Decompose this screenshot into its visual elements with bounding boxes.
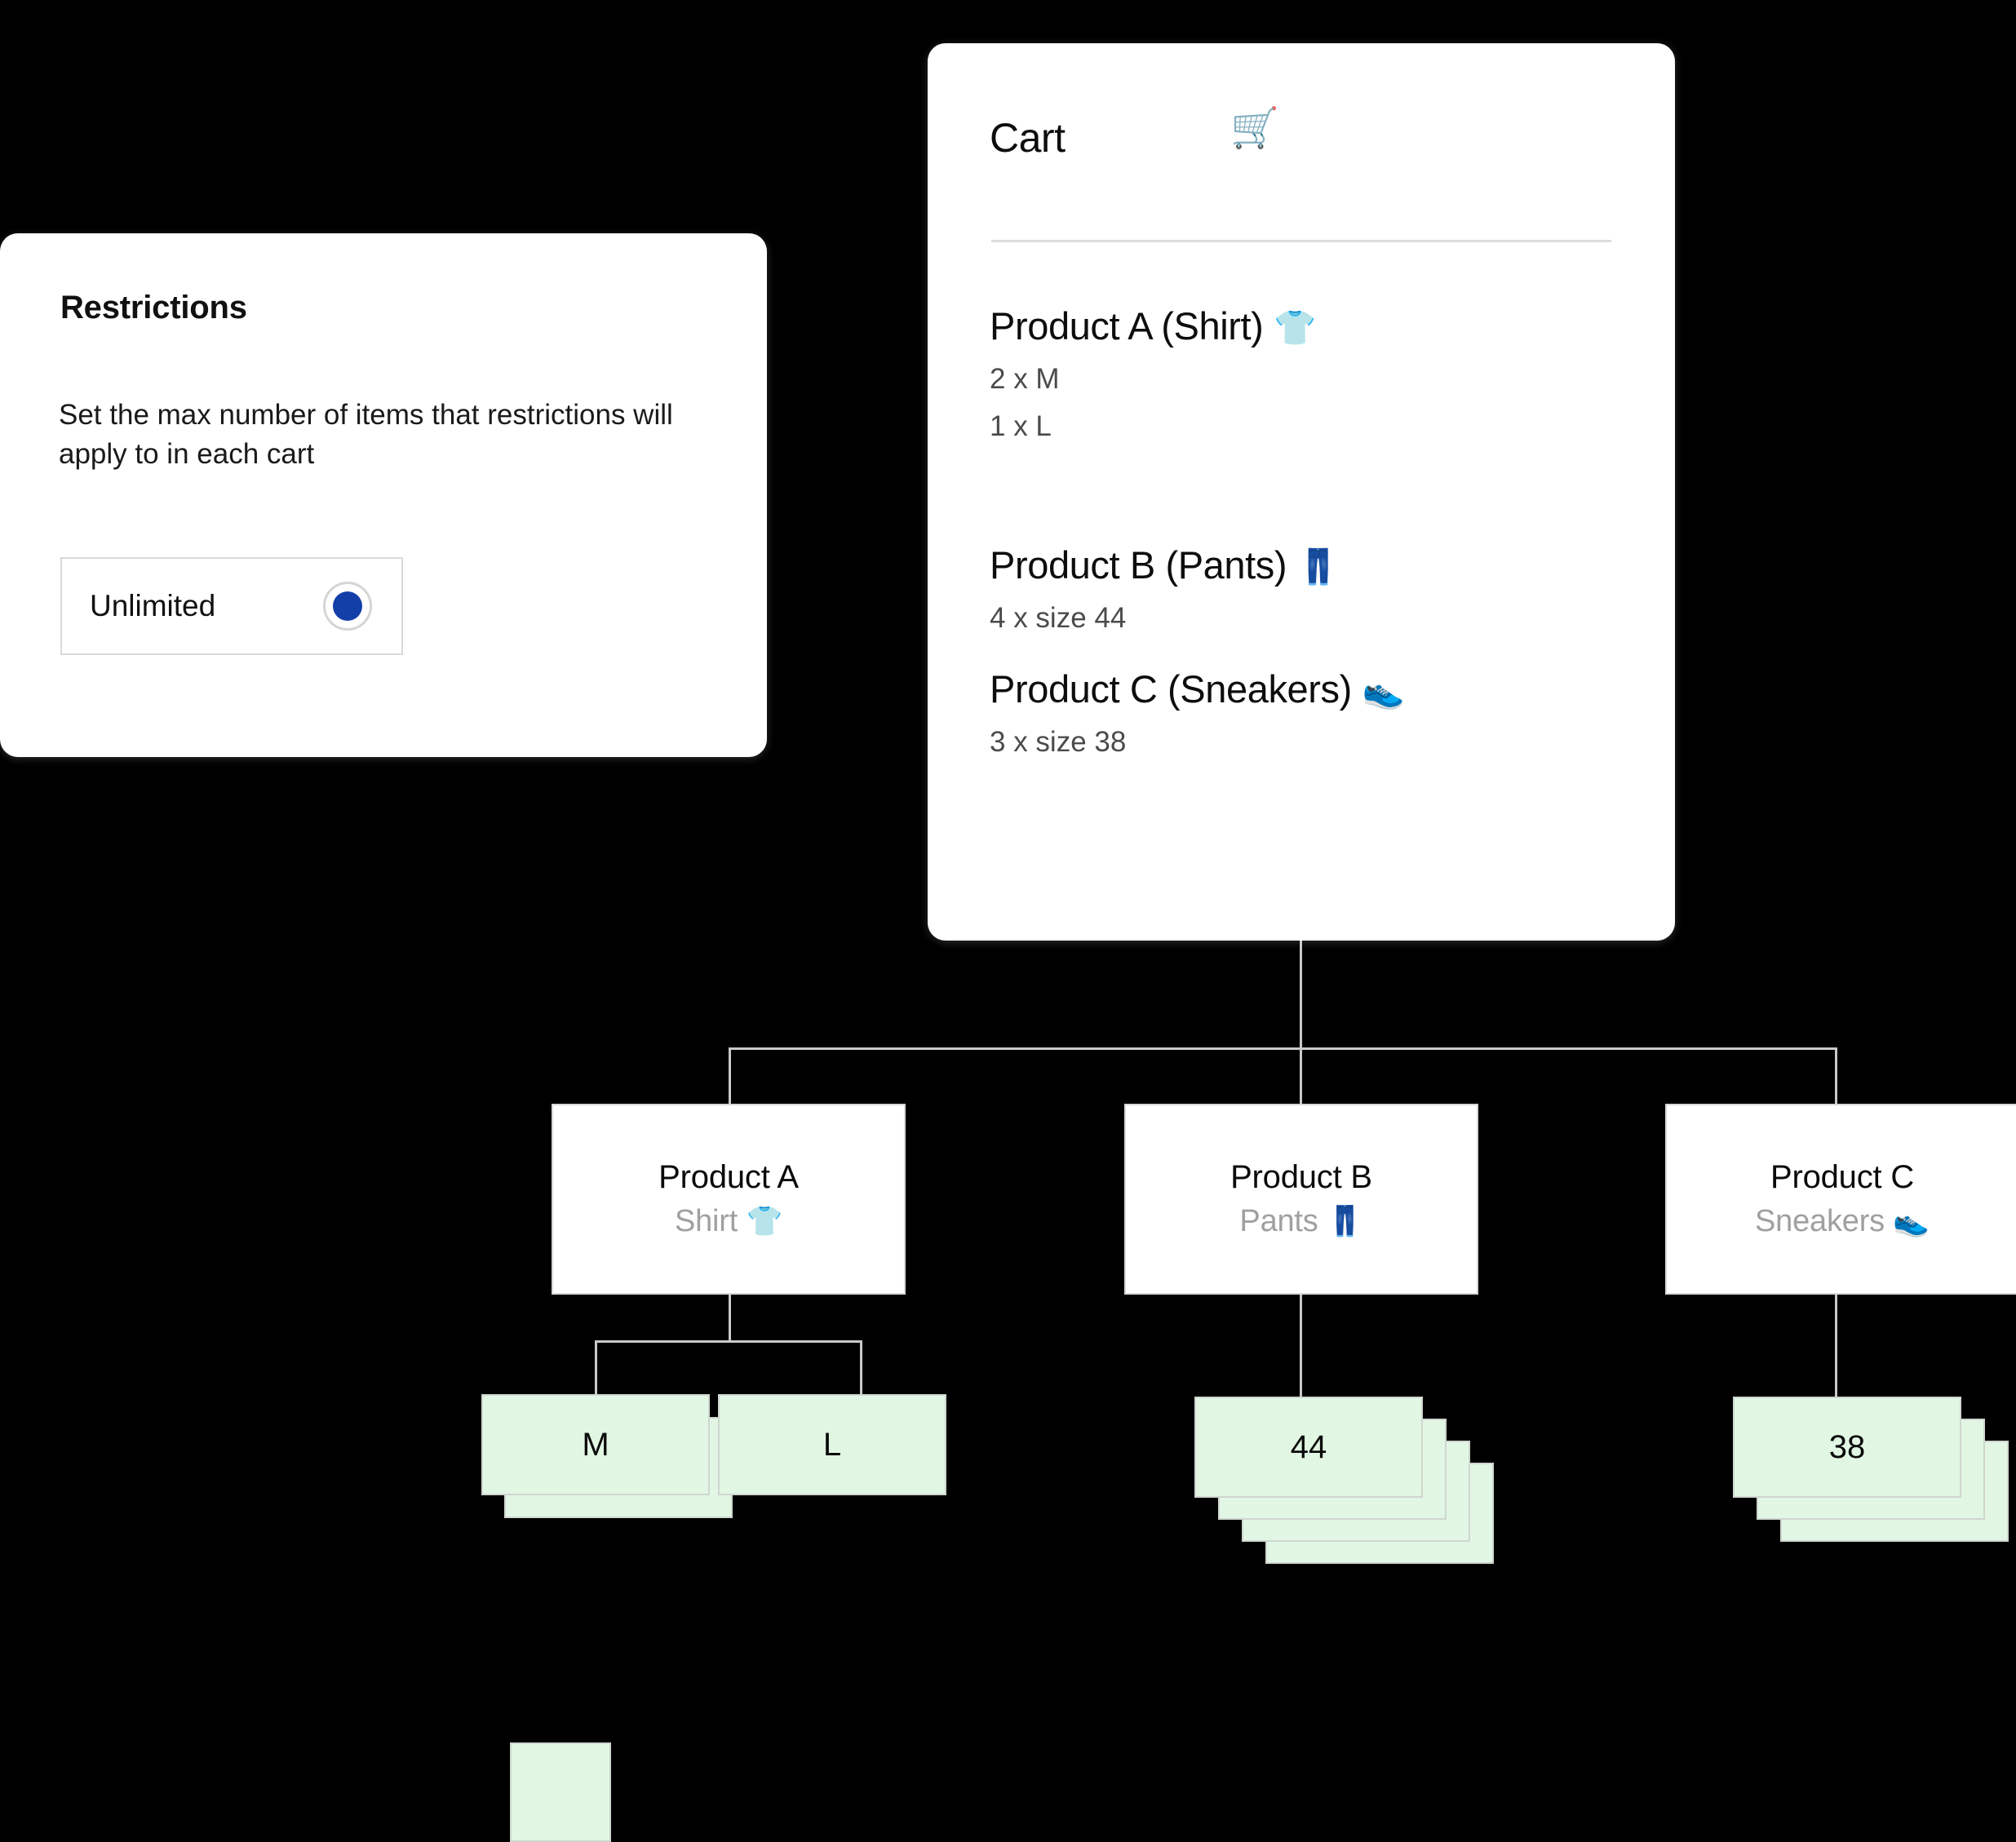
pants-icon: 👖 xyxy=(1296,547,1340,586)
cart-divider xyxy=(991,240,1611,242)
variant-card-partial[interactable] xyxy=(510,1742,611,1842)
product-node-subtitle: Shirt 👕 xyxy=(675,1204,782,1239)
product-node-title: Product B xyxy=(1230,1159,1372,1195)
cart-line-item-name: Product B (Pants) 👖 xyxy=(990,542,1340,587)
variant-card-label: L xyxy=(822,1426,842,1463)
cart-line-item-qty: 3 x size 38 xyxy=(990,726,1127,758)
product-node-subtitle-text: Shirt xyxy=(674,1204,738,1238)
cart-line-item: Product C (Sneakers) 👟 3 x size 38 xyxy=(990,666,1405,759)
variant-card-label: 44 xyxy=(1290,1428,1327,1465)
product-node-c[interactable]: Product C Sneakers 👟 xyxy=(1665,1104,2016,1295)
cart-line-item-label: Product C (Sneakers) xyxy=(990,667,1352,711)
variant-card-top[interactable]: M xyxy=(481,1394,710,1495)
connector-to-product-a xyxy=(729,1047,731,1105)
connector-to-variant-m xyxy=(595,1340,597,1396)
shirt-icon: 👕 xyxy=(746,1204,783,1238)
product-node-subtitle-text: Pants xyxy=(1239,1204,1318,1238)
product-node-a[interactable]: Product A Shirt 👕 xyxy=(552,1104,906,1295)
connector-products-bus xyxy=(729,1047,1837,1050)
cart-line-item-qty: 2 x M xyxy=(990,363,1060,395)
cart-line-item-qty: 4 x size 44 xyxy=(990,602,1127,634)
unlimited-option-label: Unlimited xyxy=(90,589,216,622)
cart-line-item-name: Product C (Sneakers) 👟 xyxy=(990,666,1405,711)
cart-line-item-qty: 1 x L xyxy=(990,410,1052,442)
cart-line-item-label: Product B (Pants) xyxy=(990,543,1287,587)
connector-cart-trunk xyxy=(1300,941,1302,1049)
connector-to-product-c xyxy=(1835,1047,1837,1105)
unlimited-radio-button[interactable] xyxy=(323,582,372,631)
variant-card-top[interactable]: 38 xyxy=(1733,1397,1961,1498)
diagram-canvas: Restrictions Set the max number of items… xyxy=(0,0,2016,1842)
radio-selected-dot xyxy=(333,591,362,621)
connector-to-variant-44 xyxy=(1300,1295,1302,1398)
cart-line-item: Product B (Pants) 👖 4 x size 44 xyxy=(990,542,1340,635)
variant-card-top[interactable]: L xyxy=(718,1394,946,1495)
variant-card-top[interactable]: 44 xyxy=(1194,1397,1423,1498)
sneaker-icon: 👟 xyxy=(1893,1204,1930,1238)
unlimited-option-row[interactable]: Unlimited xyxy=(60,557,403,655)
cart-title: Cart xyxy=(990,115,1066,161)
variant-card-label: 38 xyxy=(1828,1428,1866,1465)
product-node-subtitle: Pants 👖 xyxy=(1239,1204,1362,1239)
product-node-subtitle-text: Sneakers xyxy=(1755,1204,1885,1238)
restrictions-description: Set the max number of items that restric… xyxy=(59,399,673,471)
pants-icon: 👖 xyxy=(1326,1204,1363,1238)
connector-to-variant-l xyxy=(860,1340,862,1396)
connector-to-product-b xyxy=(1300,1047,1302,1105)
cart-line-item-name: Product A (Shirt) 👕 xyxy=(990,303,1316,348)
cart-line-item: Product A (Shirt) 👕 2 x M 1 x L xyxy=(990,303,1316,443)
product-node-title: Product C xyxy=(1770,1159,1915,1195)
shopping-cart-icon: 🛒 xyxy=(1230,107,1279,150)
connector-product-a-bus xyxy=(596,1340,862,1343)
connector-product-a-trunk xyxy=(729,1295,731,1342)
restrictions-title: Restrictions xyxy=(60,290,247,325)
variant-card-label: M xyxy=(582,1426,609,1463)
connector-to-variant-38 xyxy=(1835,1295,1837,1398)
product-node-title: Product A xyxy=(658,1159,799,1195)
shirt-icon: 👕 xyxy=(1274,308,1316,347)
cart-card xyxy=(928,43,1675,941)
cart-line-item-label: Product A (Shirt) xyxy=(990,304,1264,348)
product-node-subtitle: Sneakers 👟 xyxy=(1755,1204,1930,1239)
product-node-b[interactable]: Product B Pants 👖 xyxy=(1124,1104,1478,1295)
sneaker-icon: 👟 xyxy=(1362,671,1405,710)
